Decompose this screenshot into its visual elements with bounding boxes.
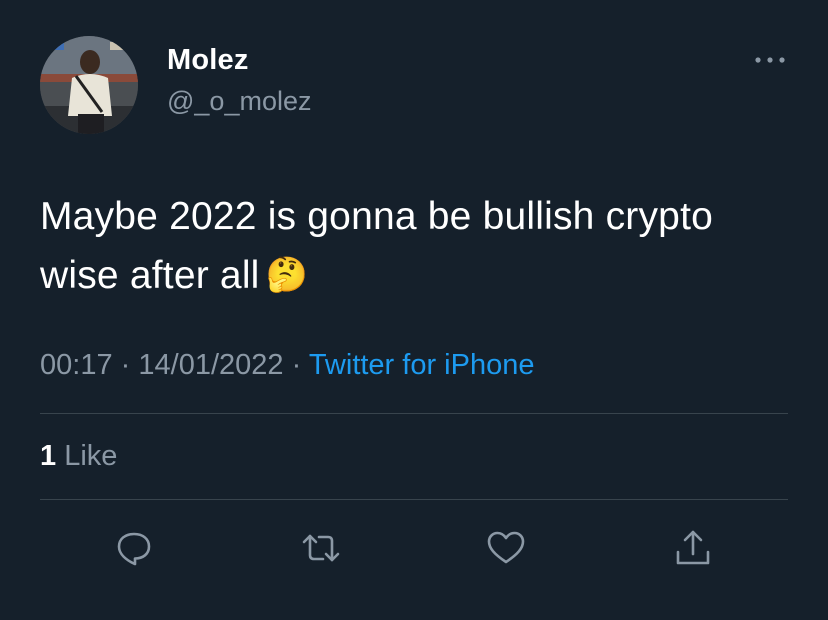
- divider: [40, 499, 788, 500]
- tweet-source-link[interactable]: Twitter for iPhone: [309, 349, 535, 381]
- tweet-time[interactable]: 00:17: [40, 349, 113, 381]
- reply-icon[interactable]: [114, 528, 154, 568]
- tweet-card: Molez @_o_molez Maybe 2022 is gonna be b…: [0, 0, 828, 620]
- tweet-date[interactable]: 14/01/2022: [138, 349, 283, 381]
- heart-icon[interactable]: [486, 528, 526, 568]
- divider: [40, 413, 788, 414]
- tweet-text-body: Maybe 2022 is gonna be bullish crypto wi…: [40, 195, 713, 297]
- tweet-text: Maybe 2022 is gonna be bullish crypto wi…: [40, 187, 800, 305]
- more-options-icon[interactable]: [754, 50, 786, 70]
- share-icon[interactable]: [673, 528, 713, 568]
- meta-separator: ·: [291, 349, 302, 381]
- meta-separator: ·: [120, 349, 131, 381]
- user-handle[interactable]: @_o_molez: [167, 86, 311, 117]
- avatar[interactable]: [40, 36, 138, 134]
- display-name[interactable]: Molez: [167, 44, 249, 77]
- retweet-icon[interactable]: [301, 528, 341, 568]
- like-count: 1: [40, 440, 57, 472]
- tweet-metadata: 00:17 · 14/01/2022 · Twitter for iPhone: [40, 349, 534, 382]
- like-label: Like: [64, 440, 118, 472]
- thinking-face-icon: 🤔: [265, 256, 309, 294]
- likes-stat[interactable]: 1 Like: [40, 440, 117, 473]
